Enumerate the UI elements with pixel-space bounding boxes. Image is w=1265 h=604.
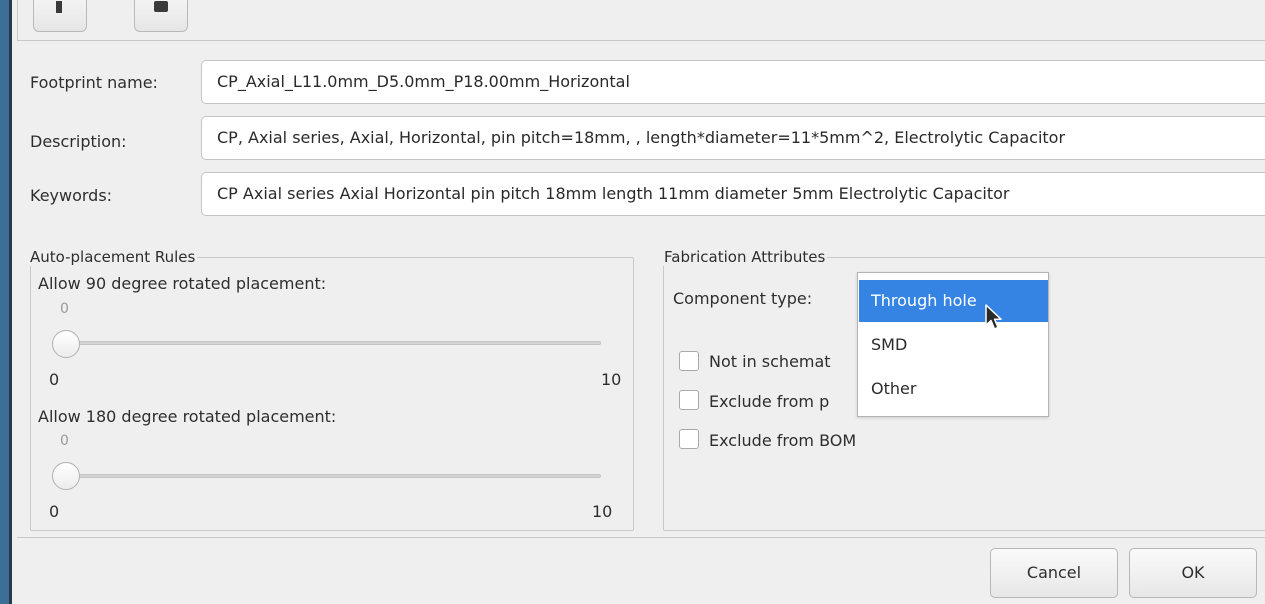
not-in-schematic-label[interactable]: Not in schemat <box>709 352 831 371</box>
exclude-from-bom-checkbox[interactable] <box>679 429 699 449</box>
delete-icon <box>154 1 168 12</box>
description-label: Description: <box>30 132 127 151</box>
rot90-max-label: 10 <box>601 370 622 389</box>
button-area-divider <box>17 537 1265 538</box>
window-edge <box>0 0 9 604</box>
rot180-max-label: 10 <box>592 502 613 521</box>
component-type-dropdown[interactable]: Through hole SMD Other <box>857 272 1049 417</box>
exclude-from-pos-checkbox[interactable] <box>679 390 699 410</box>
rot180-slider-handle[interactable] <box>52 462 80 490</box>
option-other[interactable]: Other <box>859 368 1048 410</box>
rot180-min-label: 0 <box>49 502 60 521</box>
exclude-from-bom-label[interactable]: Exclude from BOM <box>709 431 856 450</box>
fabrication-title: Fabrication Attributes <box>662 248 828 266</box>
description-input[interactable]: CP, Axial series, Axial, Horizontal, pin… <box>201 116 1265 160</box>
arrow-up-icon <box>56 1 62 13</box>
rot90-slider-handle[interactable] <box>52 330 80 358</box>
cancel-button[interactable]: Cancel <box>990 548 1118 598</box>
not-in-schematic-checkbox[interactable] <box>679 351 699 371</box>
rot90-min-label: 0 <box>49 370 60 389</box>
option-through-hole[interactable]: Through hole <box>859 280 1048 322</box>
keywords-input[interactable]: CP Axial series Axial Horizontal pin pit… <box>201 172 1265 216</box>
option-smd[interactable]: SMD <box>859 324 1048 366</box>
rot90-slider-track[interactable] <box>52 341 601 345</box>
pad-toolbar-panel <box>17 0 1265 41</box>
rot90-label: Allow 90 degree rotated placement: <box>38 274 327 293</box>
footprint-name-input[interactable]: CP_Axial_L11.0mm_D5.0mm_P18.00mm_Horizon… <box>201 60 1265 104</box>
keywords-label: Keywords: <box>30 186 113 205</box>
window-edge-shadow <box>9 0 12 604</box>
ok-button[interactable]: OK <box>1129 548 1257 598</box>
footprint-name-label: Footprint name: <box>30 73 158 92</box>
mouse-cursor-icon <box>985 304 1002 330</box>
delete-button[interactable] <box>134 0 188 32</box>
rot180-slider-track[interactable] <box>52 474 601 478</box>
auto-placement-group <box>30 257 634 531</box>
move-up-button[interactable] <box>33 0 87 32</box>
auto-placement-title: Auto-placement Rules <box>28 248 198 266</box>
rot90-current-value: 0 <box>60 301 69 317</box>
component-type-label: Component type: <box>673 289 813 308</box>
rot180-current-value: 0 <box>60 433 69 449</box>
rot180-label: Allow 180 degree rotated placement: <box>38 407 337 426</box>
exclude-from-pos-label[interactable]: Exclude from p <box>709 392 829 411</box>
